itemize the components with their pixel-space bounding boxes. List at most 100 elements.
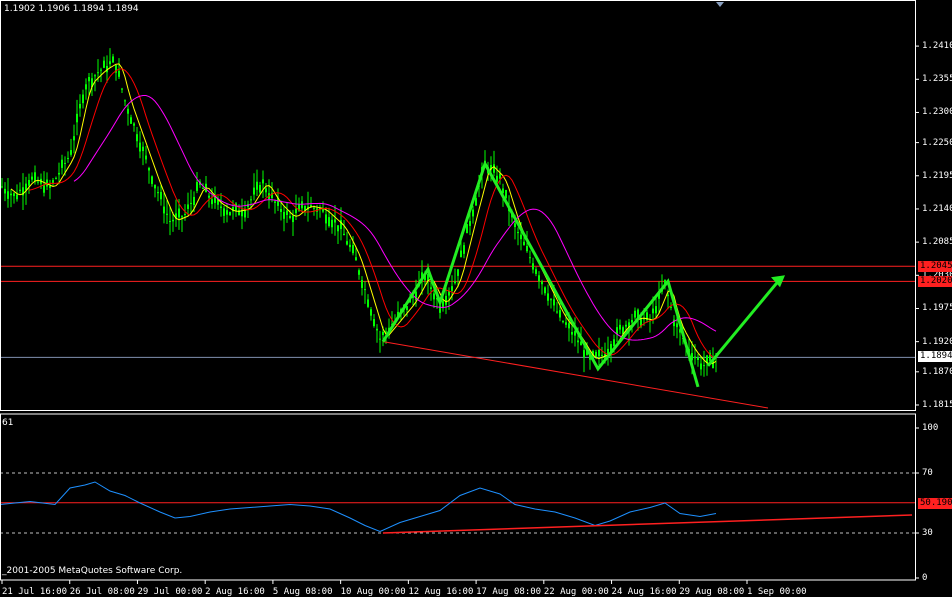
candle-body <box>454 281 456 284</box>
candle-body <box>178 208 180 218</box>
candle-body <box>547 293 549 301</box>
candle-body <box>676 323 678 328</box>
candle-body <box>67 157 69 159</box>
candle-body <box>82 94 84 104</box>
price-chart[interactable] <box>0 0 952 597</box>
candle-body <box>349 244 351 248</box>
candle-body <box>160 191 162 200</box>
ma-fast-line <box>10 63 717 365</box>
candle-body <box>577 340 579 343</box>
candle-body <box>133 123 135 126</box>
oscillator-line <box>0 481 717 533</box>
candle-body <box>79 103 81 109</box>
price-tick-label: 1.2250 <box>922 137 952 148</box>
candle-body <box>493 164 495 173</box>
candle-body <box>514 223 516 228</box>
candle-body <box>49 185 51 188</box>
candle-body <box>583 350 585 358</box>
candle-body <box>532 263 534 270</box>
candle-body <box>193 196 195 206</box>
candle-body <box>70 150 72 155</box>
shift-marker-icon <box>716 2 724 7</box>
osc-value-tag: 50.1906 <box>918 497 952 509</box>
candle-body <box>253 187 255 195</box>
candle-body <box>331 219 333 228</box>
candle-body <box>553 299 555 306</box>
candle-body <box>52 180 54 183</box>
candle-body <box>457 269 459 276</box>
candle-body <box>571 332 573 335</box>
candle-body <box>187 204 189 209</box>
osc-tick-label: 0 <box>922 573 928 583</box>
candle-body <box>181 216 183 218</box>
candle-body <box>112 56 114 63</box>
candle-body <box>520 234 522 240</box>
candle-body <box>625 324 627 327</box>
candle-body <box>97 72 99 74</box>
candle-body <box>1 186 3 188</box>
candle-body <box>142 146 144 152</box>
candle-body <box>568 323 570 329</box>
candle-body <box>121 88 123 90</box>
candle-body <box>433 293 435 300</box>
candle-body <box>145 155 147 160</box>
candle-body <box>283 211 285 219</box>
time-tick-label: 22 Aug 00:00 <box>543 587 609 597</box>
candle-body <box>652 308 654 314</box>
candle-body <box>28 180 30 186</box>
candle-body <box>667 294 669 297</box>
candle-body <box>295 208 297 214</box>
candle-body <box>256 181 258 190</box>
candle-body <box>574 331 576 336</box>
candle-body <box>226 210 228 215</box>
candle-body <box>109 61 111 65</box>
candle-body <box>163 206 165 214</box>
candle-body <box>166 213 168 215</box>
candle-body <box>442 300 444 309</box>
candle-body <box>196 181 198 191</box>
candle-body <box>370 309 372 316</box>
candle-body <box>85 84 87 90</box>
candle-body <box>496 175 498 182</box>
candle-body <box>100 69 102 71</box>
candle-body <box>127 108 129 114</box>
candle-body <box>550 299 552 301</box>
candle-body <box>58 172 60 175</box>
candle-body <box>265 188 267 193</box>
time-tick-label: 24 Aug 16:00 <box>611 587 677 597</box>
candle-body <box>13 193 15 197</box>
candle-body <box>124 100 126 102</box>
copyright-text: _2001-2005 MetaQuotes Software Corp. <box>2 566 183 576</box>
candle-body <box>148 167 150 171</box>
candle-body <box>184 213 186 215</box>
candle-body <box>703 365 705 367</box>
candle-body <box>88 76 90 82</box>
candle-body <box>697 357 699 360</box>
candle-body <box>517 231 519 234</box>
candle-body <box>76 113 78 123</box>
candle-body <box>55 177 57 179</box>
candle-body <box>382 331 384 336</box>
candle-body <box>118 70 120 77</box>
candle-body <box>556 311 558 313</box>
candle-body <box>451 286 453 291</box>
candle-body <box>700 363 702 370</box>
candle-body <box>328 217 330 227</box>
candle-body <box>373 319 375 327</box>
candle-body <box>535 269 537 274</box>
candle-body <box>367 299 369 307</box>
candle-body <box>655 306 657 314</box>
price-tick-label: 1.2300 <box>922 107 952 118</box>
candle-body <box>208 195 210 198</box>
candle-body <box>37 181 39 183</box>
candle-body <box>463 245 465 254</box>
candle-body <box>343 233 345 236</box>
candle-body <box>694 356 696 359</box>
candle-body <box>223 208 225 216</box>
candle-body <box>337 225 339 232</box>
candle-body <box>559 310 561 318</box>
osc-tick-label: 70 <box>922 468 933 478</box>
candle-body <box>229 211 231 216</box>
time-tick-label: 10 Aug 00:00 <box>340 587 406 597</box>
candle-body <box>598 349 600 357</box>
